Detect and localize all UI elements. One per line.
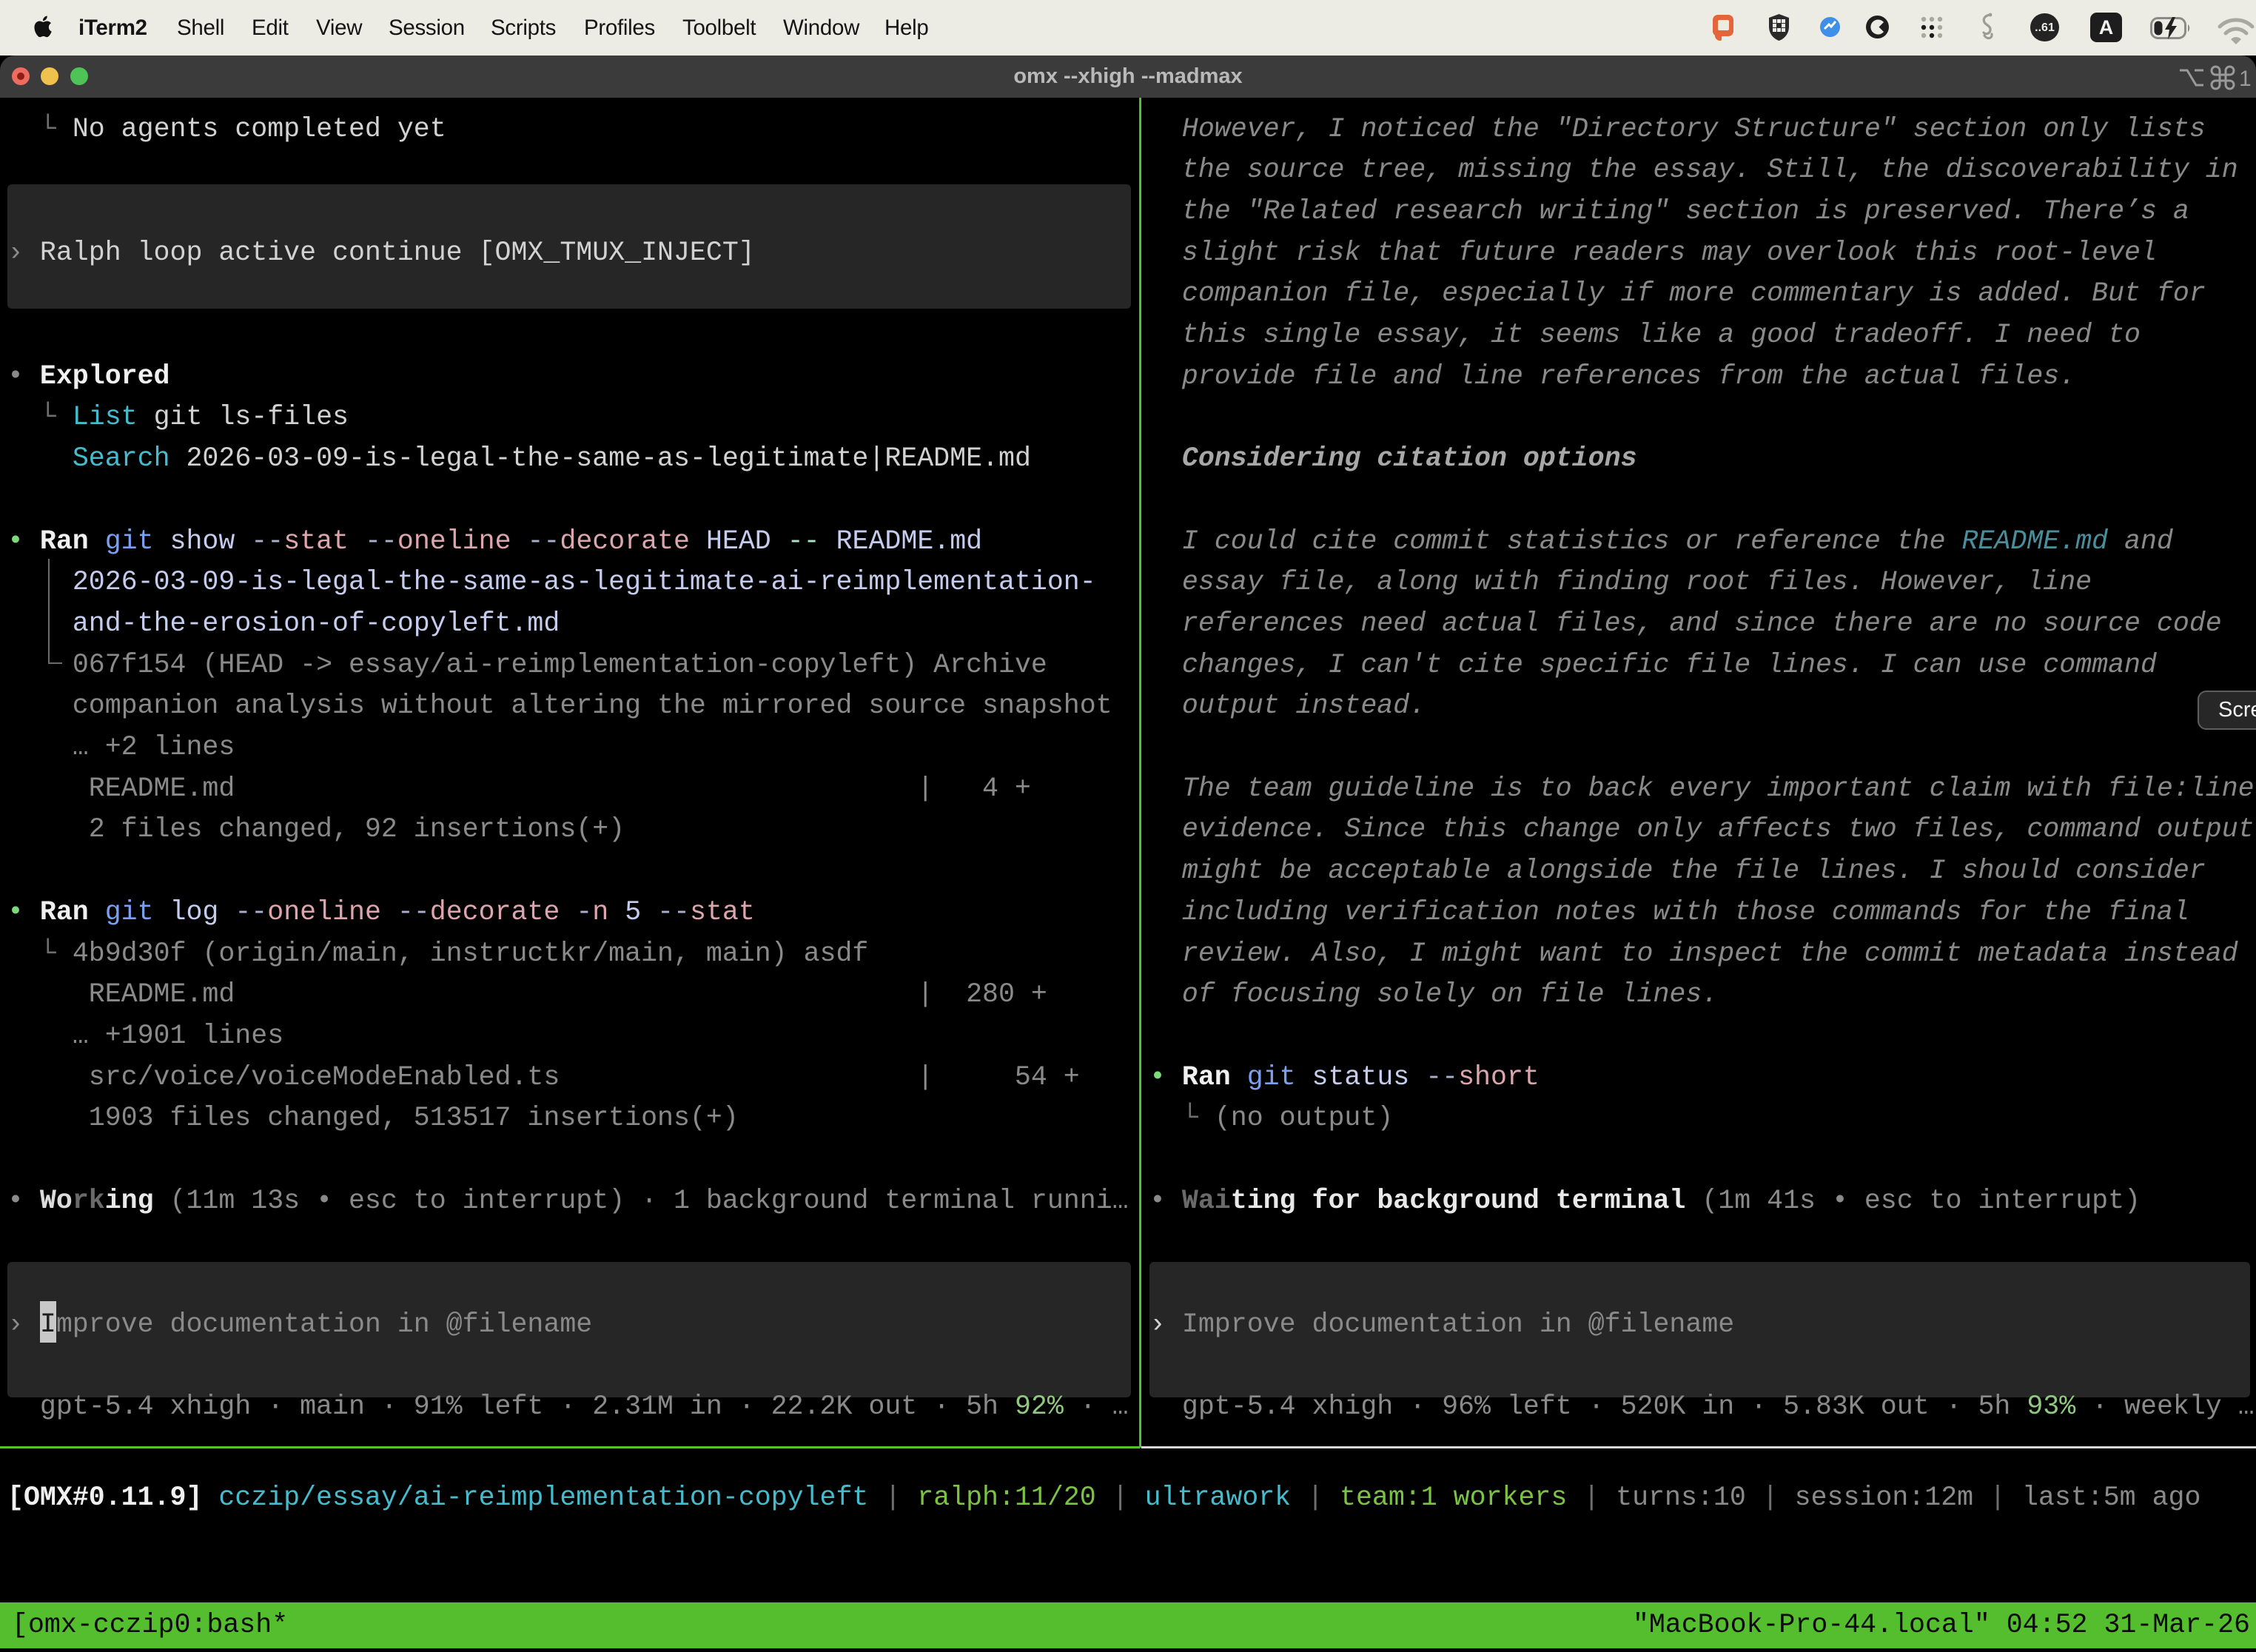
svg-text:1: 1 — [2239, 67, 2252, 91]
